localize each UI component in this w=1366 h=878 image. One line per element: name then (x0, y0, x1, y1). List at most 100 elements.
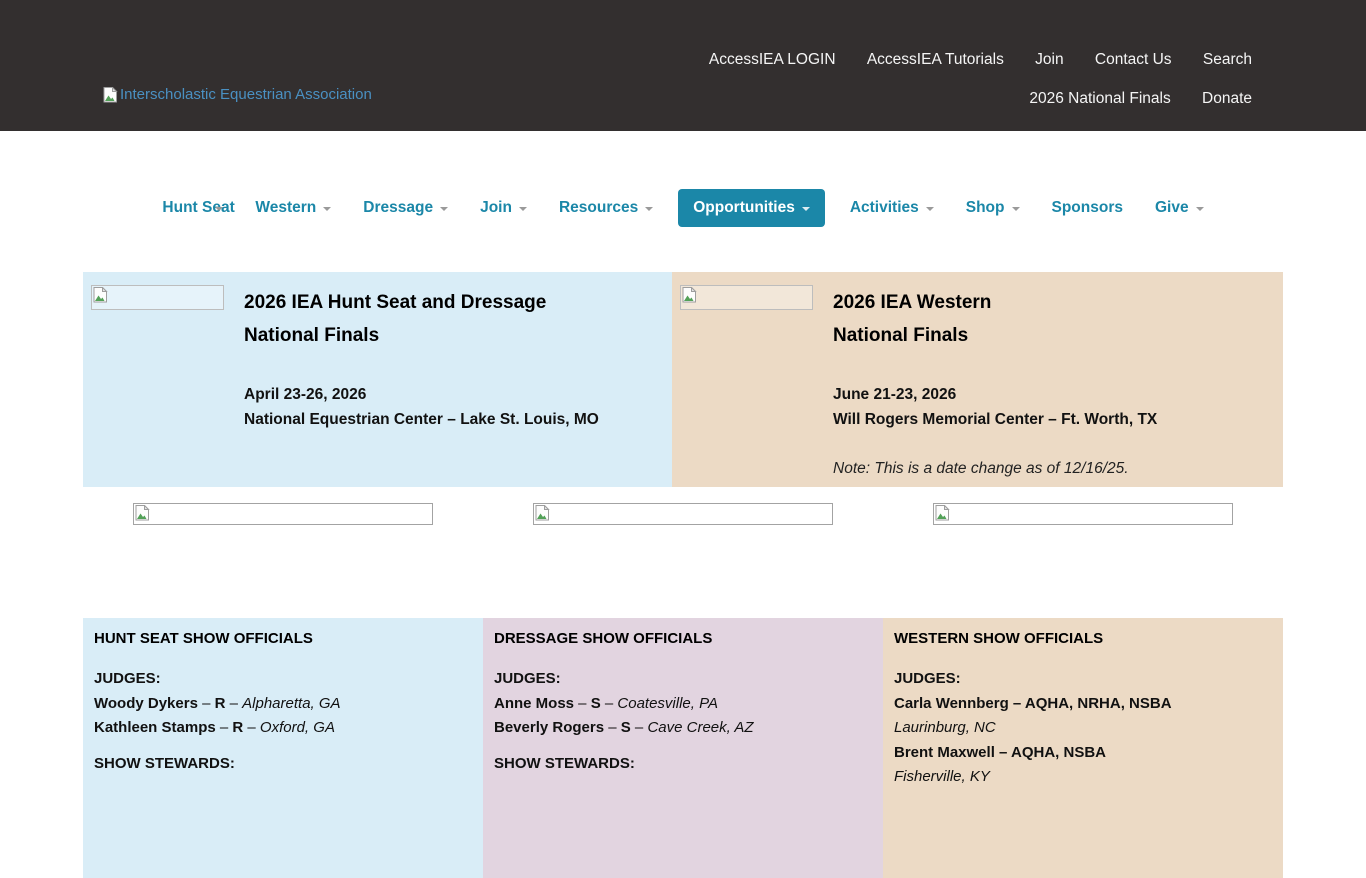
judges-label: JUDGES: (494, 667, 872, 692)
judge-location: Cave Creek, AZ (647, 719, 753, 736)
utility-link-search[interactable]: Search (1203, 51, 1252, 68)
separator: – (631, 719, 648, 736)
chevron-down-icon (645, 207, 653, 211)
site-header: Interscholastic Equestrian Association A… (0, 0, 1366, 131)
main-nav: Hunt Seat Western Dressage Join Resource… (0, 131, 1366, 272)
western-finals-card: 2026 IEA Western National Finals June 21… (672, 272, 1283, 487)
image-strip-column (883, 503, 1283, 525)
separator: – (243, 719, 260, 736)
judge-name: Anne Moss (494, 695, 574, 712)
broken-image-icon (103, 87, 118, 103)
chevron-down-icon (1012, 207, 1020, 211)
utility-link-contact-us[interactable]: Contact Us (1095, 51, 1172, 68)
broken-image-icon (682, 287, 811, 303)
broken-image-icon (535, 505, 831, 521)
officials-heading: DRESSAGE SHOW OFFICIALS (494, 630, 872, 647)
stewards-label: SHOW STEWARDS: (494, 752, 872, 777)
judge-entry: Anne Moss – S – Coatesville, PA (494, 692, 872, 717)
nav-item-label: Give (1155, 199, 1189, 217)
nav-item-label: Resources (559, 199, 638, 217)
event-image-placeholder (680, 285, 813, 310)
nav-item-dressage[interactable]: Dressage (347, 199, 464, 217)
chevron-down-icon (440, 207, 448, 211)
nav-item-sponsors[interactable]: Sponsors (1036, 199, 1139, 217)
image-strip-column (483, 503, 883, 525)
utility-link-accessiea-login[interactable]: AccessIEA LOGIN (709, 51, 836, 68)
judge-name: Kathleen Stamps (94, 719, 216, 736)
event-title-line2: National Finals (244, 325, 379, 346)
nav-item-give[interactable]: Give (1139, 199, 1220, 217)
nav-item-label: Opportunities (693, 199, 795, 217)
nav-item-western[interactable]: Western (239, 199, 347, 217)
utility-nav-row-1: AccessIEA LOGIN AccessIEA Tutorials Join… (682, 51, 1252, 69)
dressage-officials-column: DRESSAGE SHOW OFFICIALS JUDGES: Anne Mos… (483, 618, 883, 878)
judge-credential: S (591, 695, 601, 712)
broken-image-icon (93, 287, 222, 303)
utility-link-2026-national-finals[interactable]: 2026 National Finals (1029, 90, 1170, 107)
judge-location-line: Laurinburg, NC (894, 716, 1272, 741)
separator: – (604, 719, 621, 736)
events-section: 2026 IEA Hunt Seat and Dressage National… (83, 272, 1283, 487)
event-title-line1: 2026 IEA Hunt Seat and Dressage (244, 292, 546, 313)
nav-item-label: Sponsors (1052, 199, 1123, 217)
judge-location: Alpharetta, GA (242, 695, 340, 712)
separator: – (225, 695, 242, 712)
utility-link-donate[interactable]: Donate (1202, 90, 1252, 107)
nav-item-activities[interactable]: Activities (834, 199, 950, 217)
judge-entry: Carla Wennberg – AQHA, NRHA, NSBA (894, 692, 1272, 717)
chevron-down-icon (215, 207, 223, 211)
judge-name: Woody Dykers (94, 695, 198, 712)
chevron-down-icon (802, 207, 810, 211)
nav-item-shop[interactable]: Shop (950, 199, 1036, 217)
judge-entry: Beverly Rogers – S – Cave Creek, AZ (494, 716, 872, 741)
event-date-change-note: Note: This is a date change as of 12/16/… (833, 460, 1157, 478)
judge-entry: Woody Dykers – R – Alpharetta, GA (94, 692, 472, 717)
event-venue: National Equestrian Center – Lake St. Lo… (244, 407, 599, 432)
separator: – (198, 695, 215, 712)
officials-heading: HUNT SEAT SHOW OFFICIALS (94, 630, 472, 647)
event-title: 2026 IEA Western National Finals (833, 286, 1157, 352)
utility-nav: AccessIEA LOGIN AccessIEA Tutorials Join… (682, 51, 1252, 129)
nav-item-label: Western (255, 199, 316, 217)
broken-image-icon (935, 505, 1231, 521)
judge-location: Fisherville, KY (894, 768, 990, 785)
event-title-line1: 2026 IEA Western (833, 292, 991, 313)
western-officials-column: WESTERN SHOW OFFICIALS JUDGES: Carla Wen… (883, 618, 1283, 878)
nav-item-opportunities[interactable]: Opportunities (678, 189, 825, 227)
chevron-down-icon (323, 207, 331, 211)
judge-credential: S (621, 719, 631, 736)
hunt-seat-dressage-finals-card: 2026 IEA Hunt Seat and Dressage National… (83, 272, 672, 487)
utility-nav-row-2: 2026 National Finals Donate (682, 90, 1252, 108)
judge-location-line: Fisherville, KY (894, 765, 1272, 790)
image-placeholder-2 (533, 503, 833, 525)
judge-credential: R (232, 719, 243, 736)
nav-item-label: Activities (850, 199, 919, 217)
site-logo-link[interactable]: Interscholastic Equestrian Association (103, 86, 372, 103)
image-placeholder-1 (133, 503, 433, 525)
nav-item-join[interactable]: Join (464, 199, 543, 217)
chevron-down-icon (926, 207, 934, 211)
judge-location: Coatesville, PA (617, 695, 718, 712)
separator: – (601, 695, 618, 712)
event-date: June 21-23, 2026 (833, 382, 1157, 407)
event-details: 2026 IEA Western National Finals June 21… (833, 285, 1157, 474)
image-placeholder-3 (933, 503, 1233, 525)
utility-link-accessiea-tutorials[interactable]: AccessIEA Tutorials (867, 51, 1004, 68)
event-details: 2026 IEA Hunt Seat and Dressage National… (244, 285, 599, 474)
nav-item-label: Dressage (363, 199, 433, 217)
officials-section: HUNT SEAT SHOW OFFICIALS JUDGES: Woody D… (83, 618, 1283, 878)
nav-item-resources[interactable]: Resources (543, 199, 669, 217)
event-date: April 23-26, 2026 (244, 382, 599, 407)
nav-item-hunt-seat[interactable]: Hunt Seat (146, 194, 239, 222)
site-logo-alt-text: Interscholastic Equestrian Association (120, 86, 372, 103)
broken-image-icon (135, 505, 431, 521)
event-venue: Will Rogers Memorial Center – Ft. Worth,… (833, 407, 1157, 432)
judge-location: Oxford, GA (260, 719, 335, 736)
image-strip (83, 503, 1283, 525)
judge-entry: Brent Maxwell – AQHA, NSBA (894, 741, 1272, 766)
event-title-line2: National Finals (833, 325, 968, 346)
judge-credential: R (215, 695, 226, 712)
nav-item-label: Shop (966, 199, 1005, 217)
judge-name-credentials: Carla Wennberg – AQHA, NRHA, NSBA (894, 695, 1172, 712)
utility-link-join[interactable]: Join (1035, 51, 1063, 68)
